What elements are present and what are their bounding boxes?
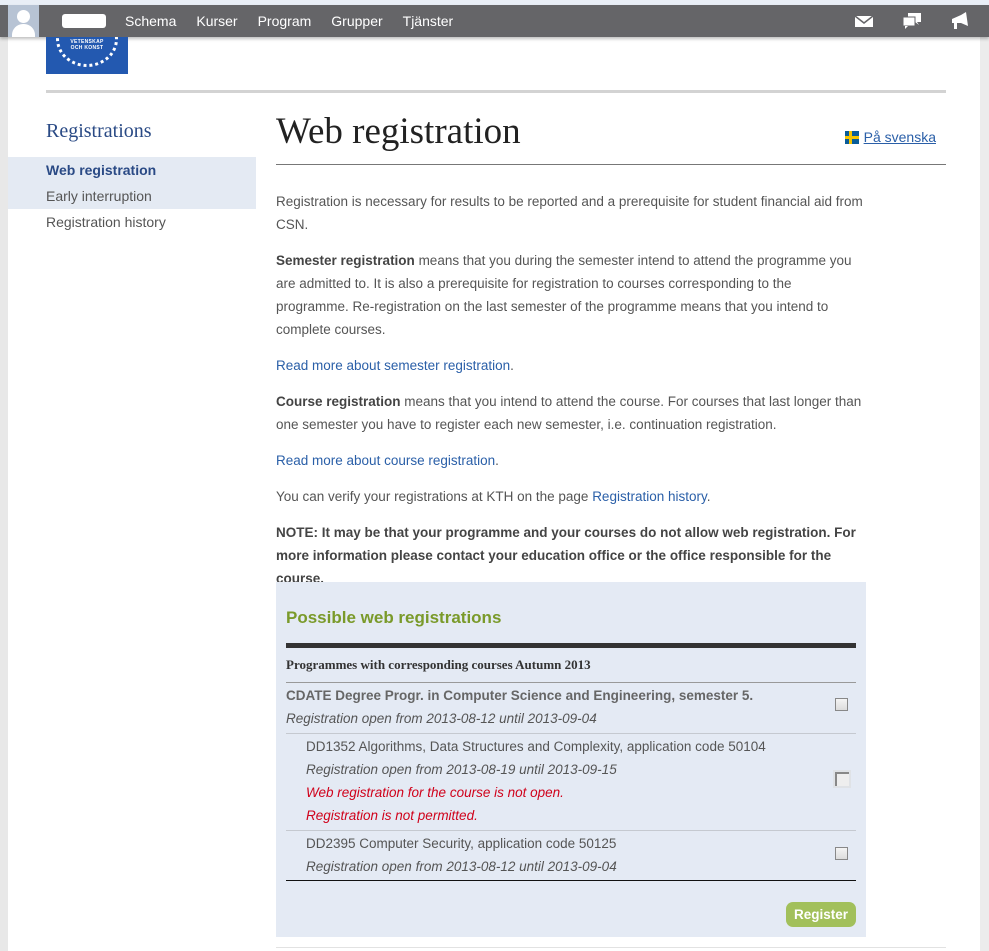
username-redacted[interactable] <box>62 14 106 28</box>
programme-open-dates: Registration open from 2013-08-12 until … <box>286 711 597 726</box>
footer-divider <box>276 947 946 948</box>
paragraph-csn: Registration is necessary for results to… <box>276 194 863 232</box>
sidebar-item-registration-history[interactable]: Registration history <box>8 209 256 235</box>
scrollbar-track[interactable] <box>980 36 989 951</box>
main-nav: Schema Kurser Program Grupper Tjänster <box>115 5 463 37</box>
register-button[interactable]: Register <box>786 902 856 927</box>
registrations-panel: Possible web registrations Programmes wi… <box>276 582 866 937</box>
programme-name: CDATE Degree Progr. in Computer Science … <box>286 688 754 703</box>
paragraph-note: NOTE: It may be that your programme and … <box>276 525 856 586</box>
course-checkbox[interactable] <box>835 847 848 860</box>
heading-rule <box>286 643 856 648</box>
programme-row: CDATE Degree Progr. in Computer Science … <box>286 684 753 730</box>
paragraph-semester: Semester registration means that you dur… <box>276 253 852 337</box>
course-error: Registration is not permitted. <box>306 808 478 823</box>
course-open-dates: Registration open from 2013-08-19 until … <box>306 762 617 777</box>
registration-history-link[interactable]: Registration history <box>592 489 707 504</box>
megaphone-icon[interactable] <box>949 12 971 30</box>
nav-grupper[interactable]: Grupper <box>331 13 382 29</box>
intro-text: Registration is necessary for results to… <box>276 190 866 590</box>
course-name: DD2395 Computer Security, application co… <box>306 836 617 851</box>
paragraph-verify: You can verify your registrations at KTH… <box>276 489 711 504</box>
registrations-subheading: Programmes with corresponding courses Au… <box>286 657 591 672</box>
nav-program[interactable]: Program <box>258 13 312 29</box>
sidebar-item-web-registration[interactable]: Web registration <box>8 157 256 183</box>
main-content: Web registration På svenska Registration… <box>276 110 946 603</box>
course-name: DD1352 Algorithms, Data Structures and C… <box>306 739 766 754</box>
wreath-icon <box>56 37 118 67</box>
nav-kurser[interactable]: Kurser <box>196 13 237 29</box>
mail-icon[interactable] <box>853 12 875 30</box>
nav-schema[interactable]: Schema <box>125 13 176 29</box>
header-divider <box>46 90 946 93</box>
course-checkbox-disabled <box>835 772 849 786</box>
course-error: Web registration for the course is not o… <box>306 785 564 800</box>
sidebar: Registrations Web registration Early int… <box>8 120 256 235</box>
title-divider <box>276 164 946 165</box>
nav-icons <box>853 5 971 37</box>
course-open-dates: Registration open from 2013-08-12 until … <box>306 859 617 874</box>
top-navbar: Schema Kurser Program Grupper Tjänster <box>0 5 989 37</box>
registrations-heading: Possible web registrations <box>286 608 502 627</box>
programme-checkbox[interactable] <box>835 698 848 711</box>
course-row: DD1352 Algorithms, Data Structures and C… <box>306 735 766 827</box>
course-registration-link[interactable]: Read more about course registration <box>276 453 495 468</box>
paragraph-course-link: Read more about course registration. <box>276 453 499 468</box>
sidebar-heading: Registrations <box>46 120 152 142</box>
language-link[interactable]: På svenska <box>844 129 936 145</box>
avatar[interactable] <box>8 5 39 37</box>
semester-registration-link[interactable]: Read more about semester registration <box>276 358 510 373</box>
swedish-flag-icon <box>844 130 859 144</box>
row-divider <box>286 682 856 683</box>
row-divider <box>286 733 856 734</box>
row-divider <box>286 830 856 831</box>
chat-icon[interactable] <box>901 12 923 30</box>
sidebar-item-early-interruption[interactable]: Early interruption <box>8 183 256 209</box>
table-bottom-rule <box>286 880 856 881</box>
course-row: DD2395 Computer Security, application co… <box>306 832 617 878</box>
kth-logo[interactable]: VETENSKAP OCH KONST <box>46 37 128 74</box>
paragraph-semester-link: Read more about semester registration. <box>276 358 514 373</box>
nav-tjanster[interactable]: Tjänster <box>403 13 454 29</box>
paragraph-course: Course registration means that you inten… <box>276 394 862 432</box>
language-link-label: På svenska <box>863 129 936 145</box>
